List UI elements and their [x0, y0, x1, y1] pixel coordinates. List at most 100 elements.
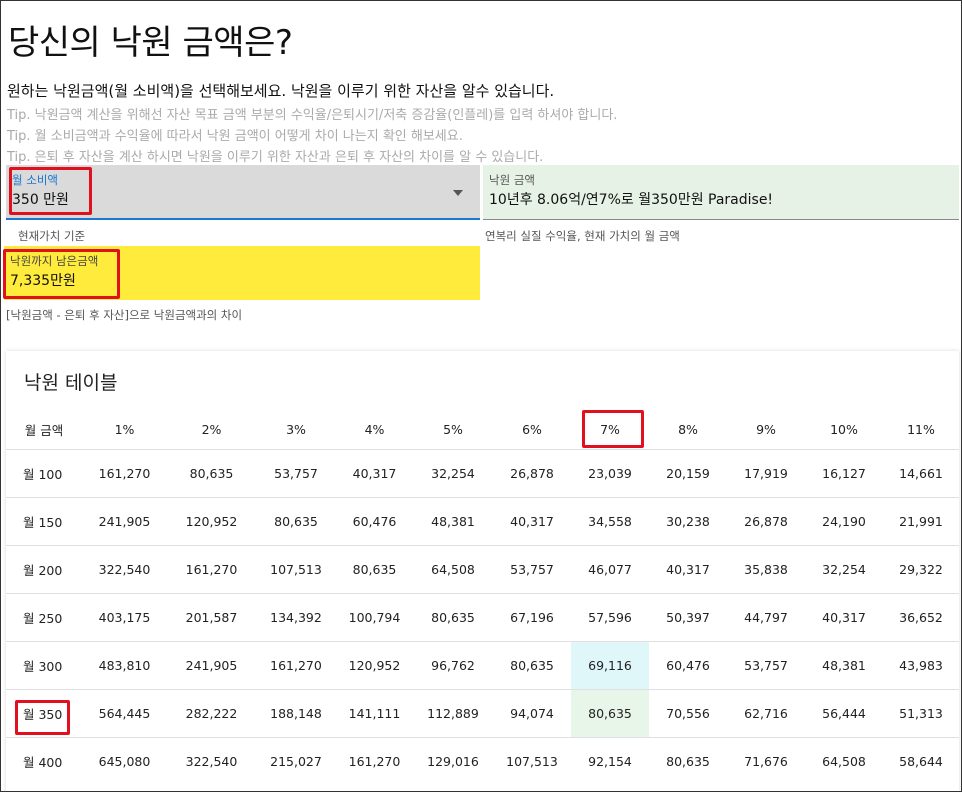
table-cell: 51,313 [883, 689, 959, 738]
table-cell: 403,175 [82, 593, 167, 642]
table-cell: 94,074 [493, 689, 571, 738]
row-label-cell: 월 200 [6, 545, 82, 594]
table-row: 월 200 322,540 161,270 107,513 80,635 64,508 53… [6, 545, 959, 594]
table-cell: 58,644 [883, 737, 959, 785]
table-row: 월 250 403,175 201,587 134,392 100,794 80,635 6… [6, 593, 959, 642]
column-header[interactable]: 5% [413, 409, 493, 450]
tip-text: Tip. 은퇴 후 자산을 계산 하시면 낙원을 이루기 위한 자산과 은퇴 후… [7, 150, 544, 165]
row-label-cell: 월 300 [6, 641, 82, 690]
table-cell: 120,952 [336, 641, 413, 690]
intro-text: 원하는 낙원금액(월 소비액)을 선택해보세요. 낙원을 이루기 위한 자산을 … [7, 82, 555, 100]
paradise-table-card: 낙원 테이블 월 금액 1% 2% 3% 4% 5% 6% 7% 8% 9% 1… [6, 351, 959, 791]
table-cell: 71,676 [727, 737, 805, 785]
highlight-box [9, 167, 92, 215]
highlight-box [15, 700, 70, 735]
paradise-amount-helper: 연복리 실질 수익율, 현재 가치의 월 금액 [485, 229, 680, 243]
table-cell: 60,476 [336, 497, 413, 546]
table-cell: 64,508 [805, 737, 883, 785]
table-row: 월 150 241,905 120,952 80,635 60,476 48,381 40,… [6, 497, 959, 546]
column-header[interactable]: 4% [336, 409, 413, 450]
column-header[interactable]: 월 금액 [6, 409, 82, 450]
column-header[interactable]: 8% [649, 409, 727, 450]
table-cell: 161,270 [256, 641, 336, 690]
table-cell: 64,508 [413, 545, 493, 594]
table-cell: 14,661 [883, 449, 959, 498]
app-window: 당신의 낙원 금액은? 원하는 낙원금액(월 소비액)을 선택해보세요. 낙원을… [0, 0, 962, 792]
column-header[interactable]: 11% [883, 409, 959, 450]
table-cell: 241,905 [167, 641, 256, 690]
table-cell: 53,757 [493, 545, 571, 594]
table-cell: 69,116 [571, 641, 649, 690]
table-cell: 48,381 [413, 497, 493, 546]
table-cell: 32,254 [805, 545, 883, 594]
table-cell: 107,513 [493, 737, 571, 785]
table-cell: 57,596 [571, 593, 649, 642]
highlight-box [3, 249, 120, 299]
table-cell: 134,392 [256, 593, 336, 642]
table-cell: 44,797 [727, 593, 805, 642]
table-cell: 215,027 [256, 737, 336, 785]
row-label-cell: 월 250 [6, 593, 82, 642]
table-cell: 26,878 [727, 497, 805, 546]
column-header[interactable]: 2% [167, 409, 256, 450]
table-cell: 100,794 [336, 593, 413, 642]
table-cell: 53,757 [256, 449, 336, 498]
table-cell: 141,111 [336, 689, 413, 738]
tip-text: Tip. 월 소비금액과 수익율에 따라서 낙원 금액이 어떻게 차이 나는지 … [7, 129, 463, 144]
table-row: 월 300 483,810 241,905 161,270 120,952 96,762 8… [6, 641, 959, 690]
table-cell: 241,905 [82, 497, 167, 546]
tip-text: Tip. 낙원금액 계산을 위해선 자산 목표 금액 부분의 수익율/은퇴시기/… [7, 108, 618, 123]
table-cell: 201,587 [167, 593, 256, 642]
highlight-box [582, 410, 644, 448]
paradise-amount-value: 10년후 8.06억/연7%로 월350만원 Paradise! [489, 192, 774, 208]
table-cell: 40,317 [805, 593, 883, 642]
table-cell: 60,476 [649, 641, 727, 690]
table-cell: 645,080 [82, 737, 167, 785]
table-cell: 120,952 [167, 497, 256, 546]
table-cell: 62,716 [727, 689, 805, 738]
dropdown-arrow-icon[interactable] [453, 190, 463, 196]
table-cell: 188,148 [256, 689, 336, 738]
table-cell: 40,317 [649, 545, 727, 594]
table-cell: 56,444 [805, 689, 883, 738]
table-cell: 564,445 [82, 689, 167, 738]
paradise-table: 월 금액 1% 2% 3% 4% 5% 6% 7% 8% 9% 10% 11% … [6, 409, 959, 785]
table-cell: 80,635 [167, 449, 256, 498]
table-title: 낙원 테이블 [24, 372, 118, 394]
row-label-cell: 월 400 [6, 737, 82, 785]
table-cell: 20,159 [649, 449, 727, 498]
table-cell: 36,652 [883, 593, 959, 642]
table-cell: 282,222 [167, 689, 256, 738]
table-cell: 24,190 [805, 497, 883, 546]
table-row: 월 400 645,080 322,540 215,027 161,270 129,016… [6, 737, 959, 785]
table-header-row: 월 금액 1% 2% 3% 4% 5% 6% 7% 8% 9% 10% 11% [6, 409, 959, 450]
table-cell: 46,077 [571, 545, 649, 594]
table-cell: 40,317 [336, 449, 413, 498]
table-cell: 50,397 [649, 593, 727, 642]
table-cell: 32,254 [413, 449, 493, 498]
table-cell: 483,810 [82, 641, 167, 690]
table-cell: 129,016 [413, 737, 493, 785]
remaining-amount-helper: [낙원금액 - 은퇴 후 자산]으로 낙원금액과의 차이 [6, 308, 243, 322]
table-cell: 30,238 [649, 497, 727, 546]
column-header[interactable]: 10% [805, 409, 883, 450]
table-cell: 322,540 [167, 737, 256, 785]
page-title: 당신의 낙원 금액은? [8, 23, 293, 63]
table-row: 월 350 564,445 282,222 188,148 141,111 112,889… [6, 689, 959, 738]
table-cell: 16,127 [805, 449, 883, 498]
column-header[interactable]: 1% [82, 409, 167, 450]
column-header[interactable]: 3% [256, 409, 336, 450]
table-cell: 35,838 [727, 545, 805, 594]
table-cell: 21,991 [883, 497, 959, 546]
table-cell: 107,513 [256, 545, 336, 594]
column-header[interactable]: 6% [493, 409, 571, 450]
table-cell: 92,154 [571, 737, 649, 785]
column-header[interactable]: 9% [727, 409, 805, 450]
table-cell: 40,317 [493, 497, 571, 546]
table-row: 월 100 161,270 80,635 53,757 40,317 32,254 26,8… [6, 449, 959, 498]
table-cell: 48,381 [805, 641, 883, 690]
paradise-amount-label: 낙원 금액 [489, 173, 535, 187]
table-cell: 80,635 [336, 545, 413, 594]
table-cell: 53,757 [727, 641, 805, 690]
table-cell: 70,556 [649, 689, 727, 738]
